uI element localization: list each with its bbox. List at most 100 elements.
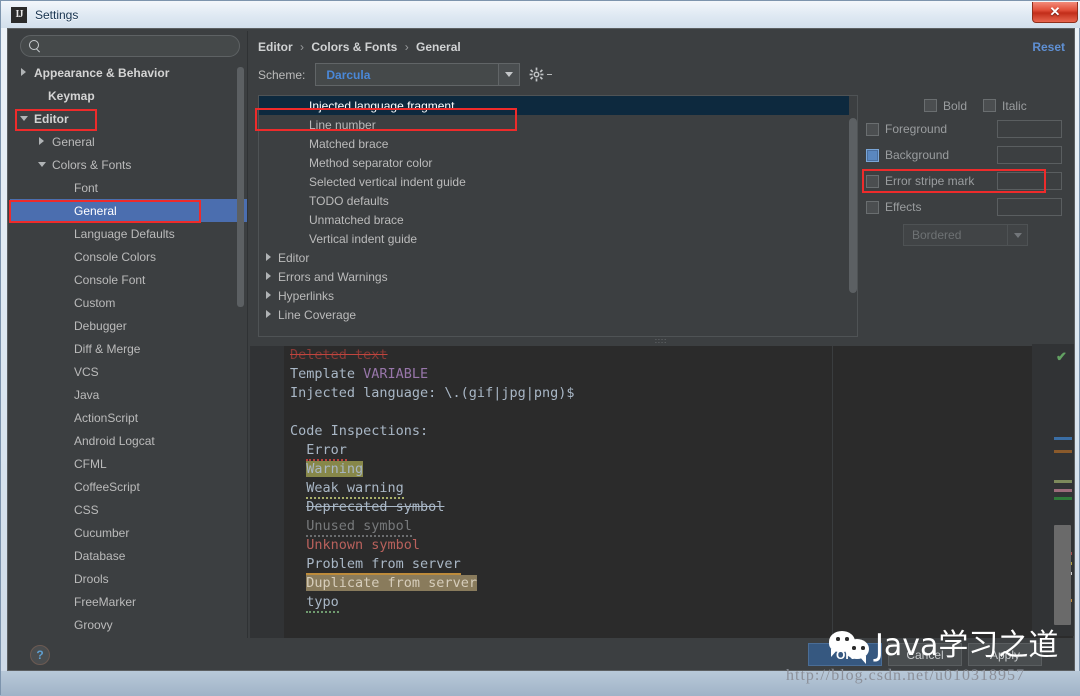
sidebar-item-font[interactable]: Font bbox=[10, 176, 247, 199]
sidebar-item-colors-fonts[interactable]: Colors & Fonts bbox=[10, 153, 247, 176]
color-list-item-line-number[interactable]: Line number bbox=[259, 115, 857, 134]
foreground-label: Foreground bbox=[885, 122, 948, 136]
tree-spacer-icon bbox=[60, 229, 69, 238]
sidebar-item-debugger[interactable]: Debugger bbox=[10, 314, 247, 337]
chevron-down-icon[interactable] bbox=[20, 114, 29, 123]
foreground-color-swatch[interactable] bbox=[997, 120, 1062, 138]
sidebar-item-css[interactable]: CSS bbox=[10, 498, 247, 521]
search-input[interactable] bbox=[42, 38, 239, 54]
editor-preview[interactable]: 22Deleted text23Template VARIABLE24Injec… bbox=[250, 346, 1073, 638]
foreground-checkbox[interactable] bbox=[866, 122, 879, 136]
list-spacer-icon bbox=[265, 215, 274, 224]
list-scrollbar-thumb[interactable] bbox=[849, 118, 857, 293]
breadcrumb-part-general[interactable]: General bbox=[416, 40, 461, 54]
chevron-right-icon[interactable] bbox=[20, 68, 29, 77]
sidebar-item-vcs[interactable]: VCS bbox=[10, 360, 247, 383]
color-list-item-errors-and-warnings[interactable]: Errors and Warnings bbox=[259, 267, 857, 286]
help-icon[interactable]: ? bbox=[30, 645, 50, 665]
color-list-item-todo-defaults[interactable]: TODO defaults bbox=[259, 191, 857, 210]
sidebar-item-database[interactable]: Database bbox=[10, 544, 247, 567]
color-list-item-matched-brace[interactable]: Matched brace bbox=[259, 134, 857, 153]
sidebar-item-label: Console Font bbox=[74, 272, 146, 287]
effects-type-dropdown[interactable]: Bordered bbox=[903, 224, 1028, 246]
color-list-item-selected-vertical-indent-guide[interactable]: Selected vertical indent guide bbox=[259, 172, 857, 191]
italic-checkbox[interactable] bbox=[983, 99, 997, 112]
effects-color-swatch[interactable] bbox=[997, 198, 1062, 216]
sidebar-item-keymap[interactable]: Keymap bbox=[10, 84, 247, 107]
bold-checkbox[interactable] bbox=[924, 99, 937, 112]
color-list-item-label: Editor bbox=[278, 250, 310, 265]
preview-code-line: Problem from server bbox=[290, 556, 461, 575]
sidebar-item-groovy[interactable]: Groovy bbox=[10, 613, 247, 636]
sidebar-item-appearance-behavior[interactable]: Appearance & Behavior bbox=[10, 61, 247, 84]
error-stripe-mark[interactable] bbox=[1054, 437, 1072, 440]
error-stripe-mark[interactable] bbox=[1054, 450, 1072, 453]
error-stripe-mark[interactable] bbox=[1054, 480, 1072, 483]
breadcrumb-part-editor[interactable]: Editor bbox=[258, 40, 293, 54]
sidebar-item-general[interactable]: General bbox=[10, 199, 247, 222]
color-list-item-vertical-indent-guide[interactable]: Vertical indent guide bbox=[259, 229, 857, 248]
sidebar-item-console-colors[interactable]: Console Colors bbox=[10, 245, 247, 268]
sidebar-item-android-logcat[interactable]: Android Logcat bbox=[10, 429, 247, 452]
error-stripe-gutter[interactable]: ✔ bbox=[1032, 344, 1074, 636]
sidebar-scrollbar-thumb[interactable] bbox=[237, 67, 244, 307]
sidebar-item-freemarker[interactable]: FreeMarker bbox=[10, 590, 247, 613]
color-list-item-line-coverage[interactable]: Line Coverage bbox=[259, 305, 857, 324]
ok-button[interactable]: OK bbox=[808, 643, 882, 666]
tree-spacer-icon bbox=[60, 620, 69, 629]
preview-scrollbar-thumb[interactable] bbox=[1054, 525, 1071, 625]
sidebar-item-general[interactable]: General bbox=[10, 130, 247, 153]
chevron-right-icon[interactable] bbox=[38, 137, 47, 146]
close-icon[interactable]: ✕ bbox=[1032, 2, 1078, 23]
panel-splitter[interactable]: ∶∶∶∶ bbox=[258, 338, 1064, 346]
search-box[interactable] bbox=[20, 35, 240, 57]
chevron-down-icon[interactable] bbox=[38, 160, 47, 169]
settings-window: IJ Settings ✕ Appearance & Behavior Keyma… bbox=[0, 0, 1080, 696]
sidebar-item-java[interactable]: Java bbox=[10, 383, 247, 406]
sidebar-item-console-font[interactable]: Console Font bbox=[10, 268, 247, 291]
background-checkbox[interactable] bbox=[866, 148, 879, 162]
chevron-right-icon[interactable] bbox=[265, 272, 274, 281]
effects-checkbox[interactable] bbox=[866, 200, 879, 214]
breadcrumb-part-colors-fonts[interactable]: Colors & Fonts bbox=[311, 40, 397, 54]
color-list-item-hyperlinks[interactable]: Hyperlinks bbox=[259, 286, 857, 305]
sidebar-item-actionscript[interactable]: ActionScript bbox=[10, 406, 247, 429]
preview-code-line: Template VARIABLE bbox=[290, 366, 428, 382]
color-attributes-list[interactable]: Injected language fragment Line number Mat… bbox=[258, 95, 858, 337]
sidebar-item-cucumber[interactable]: Cucumber bbox=[10, 521, 247, 544]
error-stripe-mark-color-swatch[interactable] bbox=[997, 172, 1062, 190]
sidebar-item-language-defaults[interactable]: Language Defaults bbox=[10, 222, 247, 245]
sidebar-item-coffeescript[interactable]: CoffeeScript bbox=[10, 475, 247, 498]
background-color-swatch[interactable] bbox=[997, 146, 1062, 164]
reset-link[interactable]: Reset bbox=[1032, 40, 1065, 54]
tree-spacer-icon bbox=[60, 367, 69, 376]
sidebar-item-custom[interactable]: Custom bbox=[10, 291, 247, 314]
chevron-right-icon[interactable] bbox=[265, 310, 274, 319]
intellij-logo-icon: IJ bbox=[11, 6, 27, 23]
sidebar-item-diff-merge[interactable]: Diff & Merge bbox=[10, 337, 247, 360]
sidebar-item-cfml[interactable]: CFML bbox=[10, 452, 247, 475]
error-stripe-mark[interactable] bbox=[1054, 489, 1072, 492]
color-list-item-method-separator-color[interactable]: Method separator color bbox=[259, 153, 857, 172]
chevron-down-icon[interactable] bbox=[1007, 225, 1027, 245]
settings-sidebar: Appearance & Behavior Keymap Editor General… bbox=[10, 31, 248, 638]
attribute-row-background: Background bbox=[866, 142, 1066, 168]
color-list-item-label: Errors and Warnings bbox=[278, 269, 388, 284]
sidebar-item-label: Groovy bbox=[74, 617, 113, 632]
color-list-item-unmatched-brace[interactable]: Unmatched brace bbox=[259, 210, 857, 229]
chevron-down-icon[interactable] bbox=[498, 64, 520, 85]
scheme-dropdown[interactable]: Darcula bbox=[315, 63, 521, 86]
scheme-settings-button[interactable] bbox=[529, 67, 553, 82]
color-list-item-injected-language-fragment[interactable]: Injected language fragment bbox=[259, 96, 857, 115]
chevron-right-icon[interactable] bbox=[265, 253, 274, 262]
sidebar-item-drools[interactable]: Drools bbox=[10, 567, 247, 590]
sidebar-item-editor[interactable]: Editor bbox=[10, 107, 247, 130]
color-list-item-editor[interactable]: Editor bbox=[259, 248, 857, 267]
preview-code-segment: Deleted text bbox=[290, 347, 388, 363]
apply-button[interactable]: Apply bbox=[968, 643, 1042, 666]
error-stripe-mark[interactable] bbox=[1054, 497, 1072, 500]
chevron-right-icon[interactable] bbox=[265, 291, 274, 300]
error-stripe-mark-checkbox[interactable] bbox=[866, 174, 879, 188]
color-list-item-label: Injected language fragment bbox=[309, 98, 455, 113]
cancel-button[interactable]: Cancel bbox=[888, 643, 962, 666]
